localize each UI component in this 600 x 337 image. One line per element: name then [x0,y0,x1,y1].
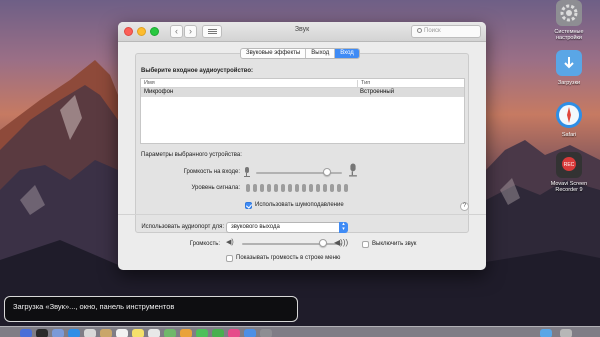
tab-bar: Звуковые эффекты Выход Вход [240,48,360,59]
desktop-icon-label: Системные настройки [554,29,584,41]
table-header: Имя Тип [141,79,464,89]
audio-port-value: звукового выхода [231,224,280,230]
audio-port-select[interactable]: звукового выхода ▴ ▾ [226,222,348,233]
output-volume-label: Громкость: [189,241,220,247]
trash-icon[interactable] [560,329,572,337]
compass-icon [556,102,582,128]
itunes-icon[interactable] [228,329,240,337]
reminders-icon[interactable] [148,329,160,337]
show-volume-in-menubar-label: Показывать громкость в строке меню [236,255,341,261]
window-toolbar: ‹ › Звук Поиск [118,22,486,42]
contacts-icon[interactable] [100,329,112,337]
divider [118,214,486,215]
dock [0,326,600,337]
gear-icon [556,0,582,26]
search-icon [417,28,422,33]
app-store-icon[interactable] [244,329,256,337]
signal-level-label: Уровень сигнала: [191,185,240,191]
safari-icon[interactable] [68,329,80,337]
input-volume-label: Громкость на входе: [183,169,240,175]
mute-label: Выключить звук [372,241,417,247]
table-row[interactable]: Микрофон Встроенный [141,88,464,97]
facetime-icon[interactable] [212,329,224,337]
system-preferences-dock-icon[interactable] [260,329,272,337]
search-placeholder: Поиск [424,28,441,34]
speaker-high-icon: ◀))) [334,238,349,247]
svg-text:REC: REC [564,162,575,168]
chevron-updown-icon: ▴ ▾ [339,222,348,233]
tab-input[interactable]: Вход [335,49,359,58]
microphone-high-icon [349,163,357,177]
downloads-stack-icon[interactable] [540,329,552,337]
tab-output[interactable]: Выход [306,49,336,58]
sound-preferences-window: ‹ › Звук Поиск Звуковые эффекты Выход Вх… [118,22,486,270]
choose-device-heading: Выберите входное аудиоустройство: [141,68,253,74]
noise-reduction-checkbox[interactable] [245,202,252,209]
search-field[interactable]: Поиск [411,25,481,38]
desktop-icon-label: Movavi Screen Recorder 9 [550,181,588,193]
input-volume-slider-knob[interactable] [323,168,332,176]
speaker-low-icon: ◀) [226,239,234,246]
mute-checkbox[interactable] [362,241,369,248]
device-table[interactable]: Имя Тип Микрофон Встроенный [140,78,465,144]
messages-icon[interactable] [196,329,208,337]
photos-icon[interactable] [180,329,192,337]
tab-sound-effects[interactable]: Звуковые эффекты [241,49,307,58]
notes-icon[interactable] [132,329,144,337]
output-volume-slider-knob[interactable] [319,239,327,247]
launchpad-icon[interactable] [52,329,64,337]
help-button[interactable]: ? [460,202,469,211]
show-volume-in-menubar-checkbox[interactable] [226,255,233,262]
voiceover-caption: Загрузка «Звук»..., окно, панель инструм… [4,296,298,322]
rec-icon: REC [556,152,582,178]
siri-icon[interactable] [36,329,48,337]
maps-icon[interactable] [164,329,176,337]
finder-icon[interactable] [20,329,32,337]
use-audio-port-label: Использовать аудиопорт для: [141,224,224,230]
downloads-folder-icon [556,50,582,76]
desktop-icon-label: Загрузки [557,80,581,86]
calendar-icon[interactable] [116,329,128,337]
output-volume-slider[interactable] [242,243,342,245]
microphone-low-icon [244,167,250,177]
device-name: Микрофон [144,89,174,95]
input-panel: Выберите входное аудиоустройство: Имя Ти… [135,53,469,233]
signal-level-meter [246,184,348,192]
device-settings-heading: Параметры выбранного устройства: [141,152,242,158]
column-header-name[interactable]: Имя [144,80,155,86]
noise-reduction-label: Использовать шумоподавление [255,202,344,208]
device-type: Встроенный [360,89,395,95]
desktop-icon-label: Safari [561,132,577,138]
mail-icon[interactable] [84,329,96,337]
grid-icon-line [208,33,217,34]
